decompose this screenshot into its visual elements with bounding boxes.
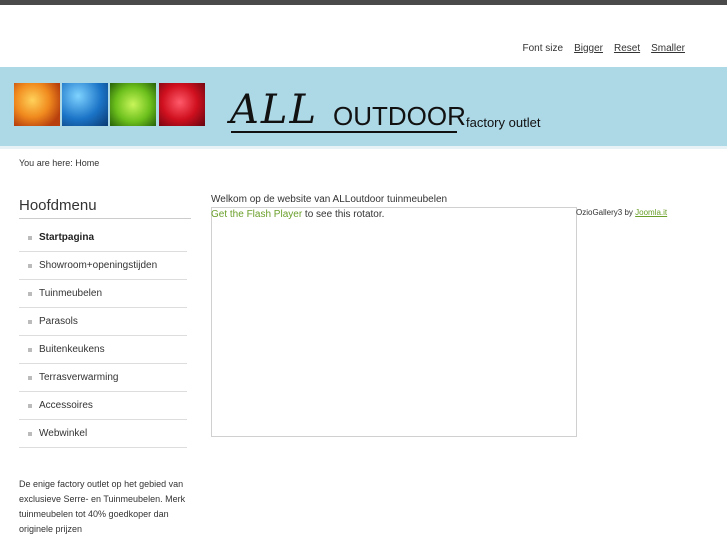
top-bar xyxy=(0,0,727,5)
welcome-text: Welkom op de website van ALLoutdoor tuin… xyxy=(211,194,448,205)
bullet-icon xyxy=(28,375,32,380)
logo-outdoor[interactable]: OUTDOOR xyxy=(333,101,466,131)
rose-image xyxy=(159,83,205,126)
joomla-link[interactable]: Joomla.it xyxy=(635,208,667,217)
menu-item-tuinmeubelen[interactable]: Tuinmeubelen xyxy=(19,280,187,308)
menu-item-label: Startpagina xyxy=(39,232,95,243)
credit-text: OzioGallery3 by xyxy=(576,208,636,217)
flash-player-link[interactable]: Get the Flash Player xyxy=(211,209,302,220)
logo-underline xyxy=(231,131,457,133)
font-reset-link[interactable]: Reset xyxy=(614,43,640,54)
menu-item-label: Buitenkeukens xyxy=(39,344,105,355)
gallery-credit: OzioGallery3 by Joomla.it xyxy=(576,208,667,217)
flash-notice-text: to see this rotator. xyxy=(302,209,385,220)
menu-item-label: Webwinkel xyxy=(39,428,88,439)
bullet-icon xyxy=(28,319,32,324)
menu-item-startpagina[interactable]: Startpagina xyxy=(19,224,187,252)
menu-item-showroom[interactable]: Showroom+openingstijden xyxy=(19,252,187,280)
menu-item-parasols[interactable]: Parasols xyxy=(19,308,187,336)
fire-image xyxy=(14,83,60,126)
image-rotator[interactable] xyxy=(211,207,577,437)
menu-item-webwinkel[interactable]: Webwinkel xyxy=(19,420,187,448)
menu-item-label: Showroom+openingstijden xyxy=(39,260,158,271)
bullet-icon xyxy=(28,235,32,240)
bullet-icon xyxy=(28,291,32,296)
menu-item-buitenkeukens[interactable]: Buitenkeukens xyxy=(19,336,187,364)
font-smaller-link[interactable]: Smaller xyxy=(651,43,685,54)
header-divider xyxy=(0,146,727,149)
water-image xyxy=(62,83,108,126)
bullet-icon xyxy=(28,347,32,352)
sidebar-description: De enige factory outlet op het gebied va… xyxy=(19,479,186,534)
menu-item-label: Tuinmeubelen xyxy=(39,288,103,299)
menu-item-label: Parasols xyxy=(39,316,78,327)
bullet-icon xyxy=(28,263,32,268)
flash-notice: Get the Flash Player to see this rotator… xyxy=(211,209,384,220)
logo-all[interactable]: ALL xyxy=(230,88,318,132)
menu-item-accessoires[interactable]: Accessoires xyxy=(19,392,187,420)
font-bigger-link[interactable]: Bigger xyxy=(574,43,603,54)
font-size-controls: Font size Bigger Reset Smaller xyxy=(522,43,685,54)
font-size-label: Font size xyxy=(522,43,564,54)
menu-title: Hoofdmenu xyxy=(19,197,97,214)
logo-tagline: factory outlet xyxy=(466,115,541,130)
bullet-icon xyxy=(28,431,32,436)
menu-item-label: Terrasverwarming xyxy=(39,372,119,383)
menu-item-label: Accessoires xyxy=(39,400,93,411)
main-menu: Startpagina Showroom+openingstijden Tuin… xyxy=(19,224,187,448)
bullet-icon xyxy=(28,403,32,408)
menu-divider xyxy=(19,218,191,219)
menu-item-terrasverwarming[interactable]: Terrasverwarming xyxy=(19,364,187,392)
breadcrumb: You are here: Home xyxy=(19,158,100,168)
leaf-image xyxy=(110,83,156,126)
